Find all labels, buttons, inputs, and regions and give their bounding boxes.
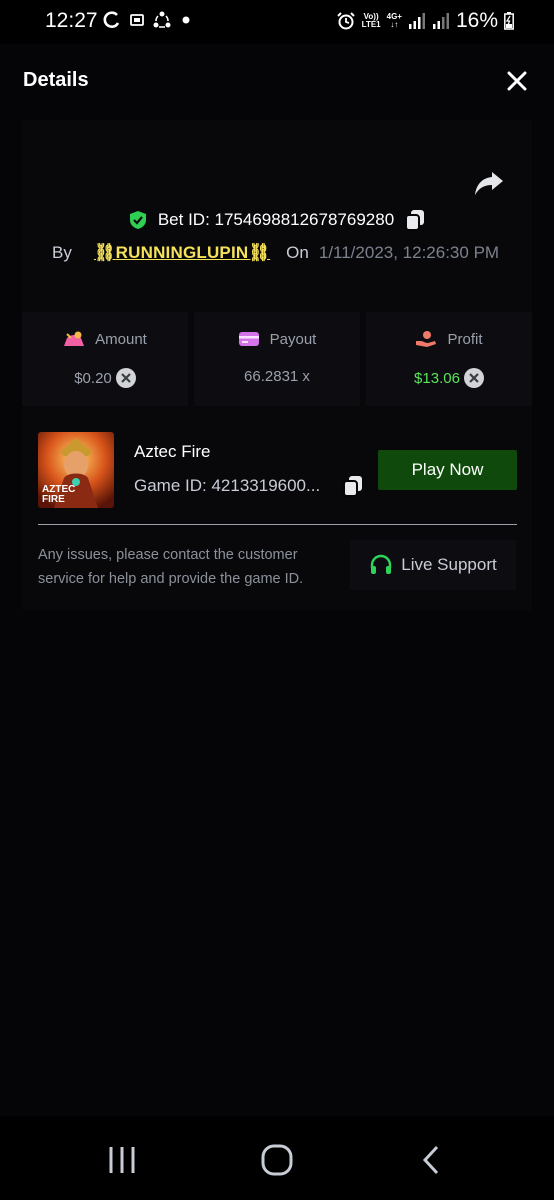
payout-value: 66.2831 x [244,368,310,385]
dot-icon [182,16,190,24]
signal-icon [408,13,425,29]
share-icon[interactable] [473,168,505,198]
profit-icon [416,331,437,347]
amount-label: Amount [95,330,147,348]
recent-apps-icon [109,1147,135,1173]
status-bar: 12:27 Vo)) LTE1 4G+ ↓↑ 16% [0,0,554,44]
payout-stat: Payout 66.2831 x [194,312,360,406]
help-text: Any issues, please contact the customer … [38,547,304,587]
battery-icon [504,12,514,30]
battery-percent: 16% [455,9,498,32]
share-circle-icon [153,11,171,28]
network-label: Vo)) LTE1 [361,12,381,29]
amount-stat: Amount $0.20 [22,312,188,406]
copy-icon[interactable] [342,474,364,498]
profit-label: Profit [447,330,483,348]
coin-icon [115,368,136,388]
back-icon [422,1145,439,1175]
copy-icon[interactable] [404,208,426,232]
bet-id-row: Bet ID: 1754698812678769280 [0,208,554,232]
recent-apps-button[interactable] [97,1140,147,1180]
system-nav-bar [0,1116,554,1200]
divider [38,524,517,525]
card-icon [238,332,259,346]
profit-value: $13.06 [414,369,460,387]
back-button[interactable] [407,1140,457,1180]
amount-value: $0.20 [74,369,112,387]
headset-icon [371,554,392,574]
coin-icon [463,368,484,388]
page-title: Details [23,69,89,91]
bet-id: Bet ID: 1754698812678769280 [157,210,395,229]
status-left-icons [102,10,192,30]
amount-icon [64,331,85,346]
play-now-button[interactable]: Play Now [378,450,517,490]
network-type: 4G+ ↓↑ [386,12,402,29]
live-support-button[interactable]: Live Support [350,540,516,590]
by-label: By [52,243,72,262]
bet-meta-row: By ⛓RUNNINGLUPIN⛓ On 1/11/2023, 12:26:30… [52,241,499,265]
username-link[interactable]: ⛓RUNNINGLUPIN⛓ [94,243,270,263]
home-icon [261,1144,293,1176]
game-name: Aztec Fire [134,442,211,461]
sync-icon [103,11,120,28]
payout-label: Payout [269,330,317,348]
shield-check-icon [129,211,146,229]
game-thumbnail[interactable]: AZTEC FIRE [38,432,114,508]
live-support-label: Live Support [401,555,497,574]
screen: 12:27 Vo)) LTE1 4G+ ↓↑ 16% Details Bet I… [0,0,554,1200]
game-id: Game ID: 4213319600... [134,476,321,495]
bet-stats: Amount $0.20 Payout 66.2831 x Profit $13… [22,312,532,406]
details-header: Details [0,44,554,116]
on-label: On [286,243,309,262]
profit-stat: Profit $13.06 [366,312,532,406]
alarm-icon [336,12,355,30]
status-right-icons: Vo)) LTE1 4G+ ↓↑ 16% [336,9,514,33]
close-icon[interactable] [504,68,530,94]
screenshot-icon [130,14,144,26]
bet-date: 1/11/2023, 12:26:30 PM [318,243,500,262]
status-time: 12:27 [45,9,98,32]
thumb-title-2: FIRE [42,494,65,505]
home-button[interactable] [252,1140,302,1180]
signal-icon-2 [432,13,449,29]
